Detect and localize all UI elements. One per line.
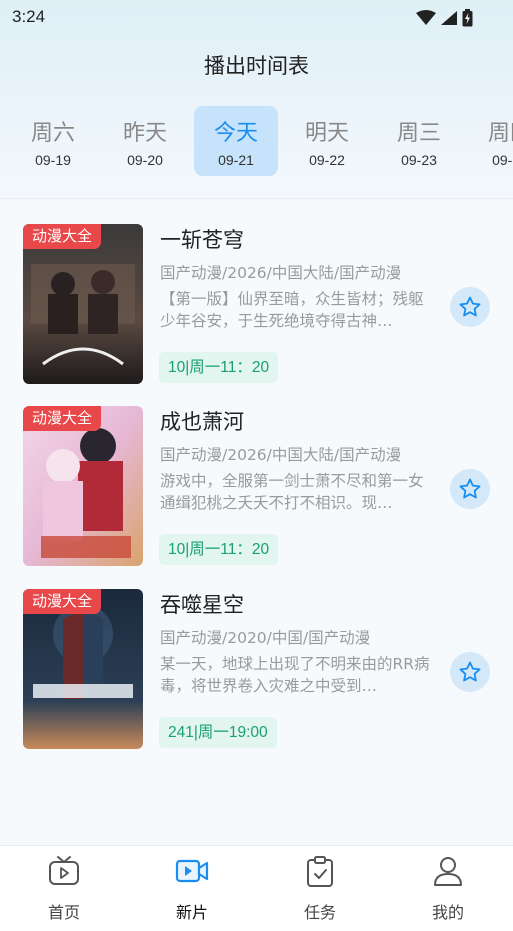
day-tab[interactable]: 昨天 09-20 (103, 106, 187, 176)
day-tab-active[interactable]: 今天 09-21 (194, 106, 278, 176)
show-title[interactable]: 一斩苍穹 (160, 224, 244, 254)
bottom-nav: 首页 新片 任务 我的 (0, 845, 513, 931)
day-tab-date: 09-22 (309, 152, 345, 168)
day-tab-label: 今天 (213, 121, 258, 146)
status-time: 3:24 (12, 7, 46, 26)
nav-label: 首页 (47, 903, 80, 922)
show-list-item[interactable]: 动漫大全 吞噬星空 国产动漫/2020/中国/国产动漫 某一天，地球上出现了不明… (0, 589, 513, 754)
show-title[interactable]: 吞噬星空 (160, 589, 244, 619)
cover-badge: 动漫大全 (23, 406, 102, 431)
show-meta: 国产动漫/2020/中国/国产动漫 (160, 629, 371, 647)
day-tab-label: 周三 (396, 121, 441, 146)
day-tab-label: 昨天 (122, 121, 167, 146)
nav-label: 新片 (175, 903, 208, 922)
user-icon (434, 857, 462, 886)
day-tab[interactable]: 周四 09-24 (468, 106, 513, 176)
day-tab[interactable]: 周六 09-19 (11, 106, 95, 176)
day-tabs: 周六 09-19 昨天 09-20 今天 09-21 明天 09-22 周三 0… (0, 106, 513, 178)
day-tab-date: 09-24 (492, 152, 513, 168)
signal-icon (441, 11, 457, 25)
video-camera-icon (175, 859, 209, 883)
clipboard-check-icon (307, 856, 333, 887)
cover-badge: 动漫大全 (23, 589, 102, 614)
status-bar: 3:24 (0, 0, 513, 38)
schedule-tag: 241|周一19:00 (159, 717, 277, 748)
nav-item-tasks[interactable]: 任务 (270, 846, 370, 931)
star-icon (459, 478, 481, 499)
show-cover[interactable]: 动漫大全 (23, 406, 143, 566)
show-description: 游戏中，全服第一剑士萧不尽和第一女通缉犯桃之夭夭不打不相识。现… (160, 472, 424, 512)
show-description: 【第一版】仙界至暗，众生皆材；残躯少年谷安，于生死绝境夺得古神… (160, 290, 424, 330)
day-tab[interactable]: 周三 09-23 (377, 106, 461, 176)
day-tab[interactable]: 明天 09-22 (285, 106, 369, 176)
nav-item-profile[interactable]: 我的 (398, 846, 498, 931)
schedule-tag: 10|周一11：20 (159, 534, 279, 565)
favorite-button[interactable] (450, 469, 490, 509)
tv-icon (49, 856, 79, 885)
show-meta: 国产动漫/2026/中国大陆/国产动漫 (160, 446, 402, 464)
nav-item-new[interactable]: 新片 (142, 846, 242, 931)
day-tab-label: 周六 (30, 121, 75, 146)
show-cover[interactable]: 动漫大全 (23, 589, 143, 749)
nav-label: 我的 (431, 903, 464, 922)
wifi-icon (416, 10, 436, 25)
status-icons (416, 8, 473, 28)
schedule-tag: 10|周一11：20 (159, 352, 279, 383)
day-tab-date: 09-19 (35, 152, 71, 168)
day-tab-date: 09-21 (218, 152, 254, 168)
show-list-item[interactable]: 动漫大全 一斩苍穹 国产动漫/2026/中国大陆/国产动漫 【第一版】仙界至暗，… (0, 224, 513, 389)
day-tab-date: 09-20 (127, 152, 163, 168)
show-list-item[interactable]: 动漫大全 成也萧河 国产动漫/2026/中国大陆/国产动漫 游戏中，全服第一剑士… (0, 406, 513, 571)
nav-label: 任务 (303, 903, 336, 922)
day-tab-date: 09-23 (401, 152, 437, 168)
show-title[interactable]: 成也萧河 (160, 406, 244, 436)
nav-item-home[interactable]: 首页 (14, 846, 114, 931)
page-title: 播出时间表 (204, 54, 309, 78)
show-cover[interactable]: 动漫大全 (23, 224, 143, 384)
star-icon (459, 661, 481, 682)
divider (0, 198, 513, 199)
battery-icon (462, 9, 473, 27)
cover-badge: 动漫大全 (23, 224, 102, 249)
favorite-button[interactable] (450, 287, 490, 327)
show-description: 某一天，地球上出现了不明来由的RR病毒，将世界卷入灾难之中受到… (160, 655, 430, 695)
show-meta: 国产动漫/2026/中国大陆/国产动漫 (160, 264, 402, 282)
favorite-button[interactable] (450, 652, 490, 692)
day-tab-label: 明天 (304, 121, 349, 146)
star-icon (459, 296, 481, 317)
day-tab-label: 周四 (487, 121, 513, 146)
